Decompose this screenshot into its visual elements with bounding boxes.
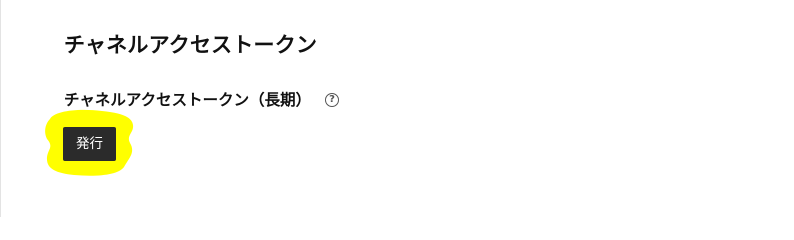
help-icon[interactable]: ?: [325, 93, 340, 107]
left-divider: [0, 0, 1, 217]
issue-button[interactable]: 発行: [63, 127, 116, 161]
help-icon-glyph: ?: [329, 94, 335, 105]
page-title: チャネルアクセストークン: [64, 33, 318, 57]
